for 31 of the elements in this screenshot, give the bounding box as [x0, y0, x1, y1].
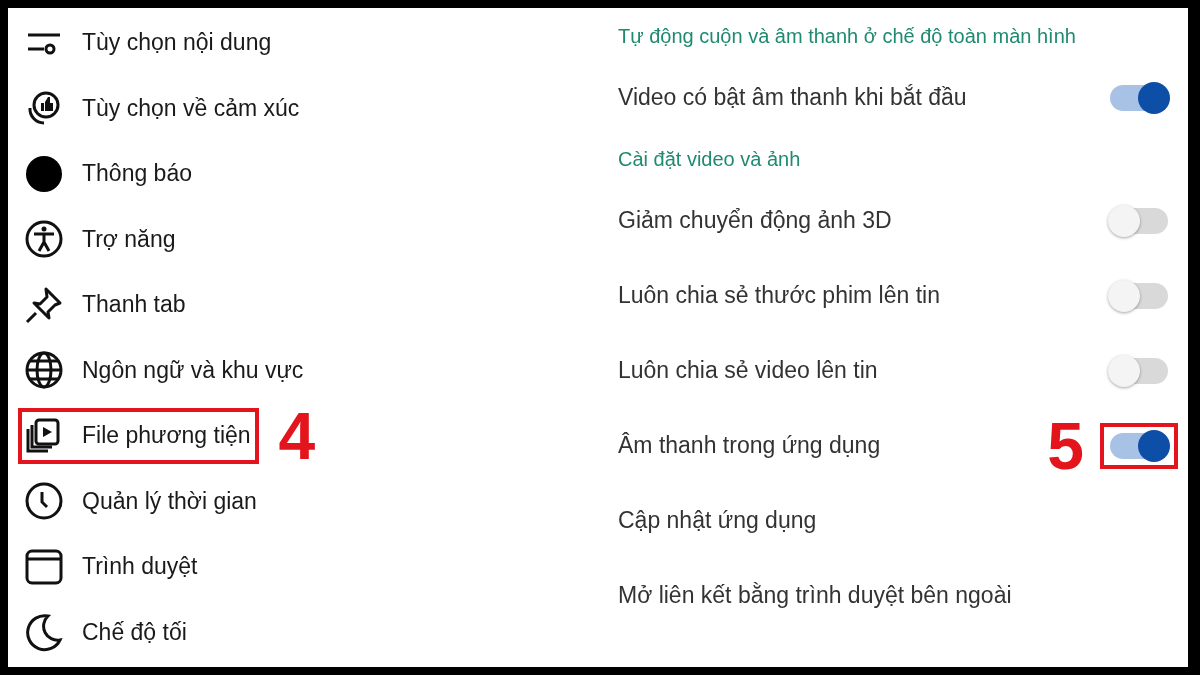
menu-item[interactable]: Trình duyệt [18, 538, 206, 595]
toggle-switch[interactable] [1110, 282, 1168, 309]
setting-label: Giảm chuyển động ảnh 3D [618, 207, 892, 234]
setting-label: Video có bật âm thanh khi bắt đầu [618, 84, 967, 111]
crescent-moon-icon [24, 612, 64, 653]
menu-item[interactable]: Thanh tab [18, 276, 194, 333]
setting-link[interactable]: Mở liên kết bằng trình duyệt bên ngoài [618, 582, 1012, 609]
toggle-switch[interactable] [1110, 432, 1168, 459]
section-header: Tự động cuộn và âm thanh ở chế độ toàn màn hình [618, 23, 1077, 49]
menu-item[interactable]: Tùy chọn nội dung [18, 14, 280, 71]
step-number: 5 [1047, 412, 1084, 479]
setting-label: Luôn chia sẻ thước phim lên tin [618, 282, 940, 309]
setting-label: Luôn chia sẻ video lên tin [618, 357, 878, 384]
menu-item[interactable]: Ngôn ngữ và khu vực [18, 342, 312, 399]
accessibility-icon [24, 219, 64, 260]
setting-label: Âm thanh trong ứng dụng [618, 432, 881, 459]
menu-item[interactable]: Chế độ tối [18, 604, 195, 661]
toggle-switch[interactable] [1110, 84, 1168, 111]
menu-item[interactable]: Tùy chọn về cảm xúc [18, 80, 308, 137]
highlight-box[interactable]: File phương tiện [18, 407, 259, 464]
menu-item[interactable]: Quản lý thời gian [18, 473, 265, 530]
menu-item[interactable]: Thông báo [18, 145, 200, 202]
section-header: Cài đặt video và ảnh [618, 146, 802, 172]
setting-link[interactable]: Cập nhật ứng dụng [618, 507, 817, 534]
toggle-switch[interactable] [1110, 357, 1168, 384]
clock-icon [24, 481, 64, 522]
menu-item[interactable]: Trợ năng [18, 211, 184, 268]
toggle-switch[interactable] [1110, 207, 1168, 234]
globe-icon [24, 350, 64, 391]
step-number: 4 [278, 402, 316, 469]
filled-circle-icon [24, 153, 64, 194]
